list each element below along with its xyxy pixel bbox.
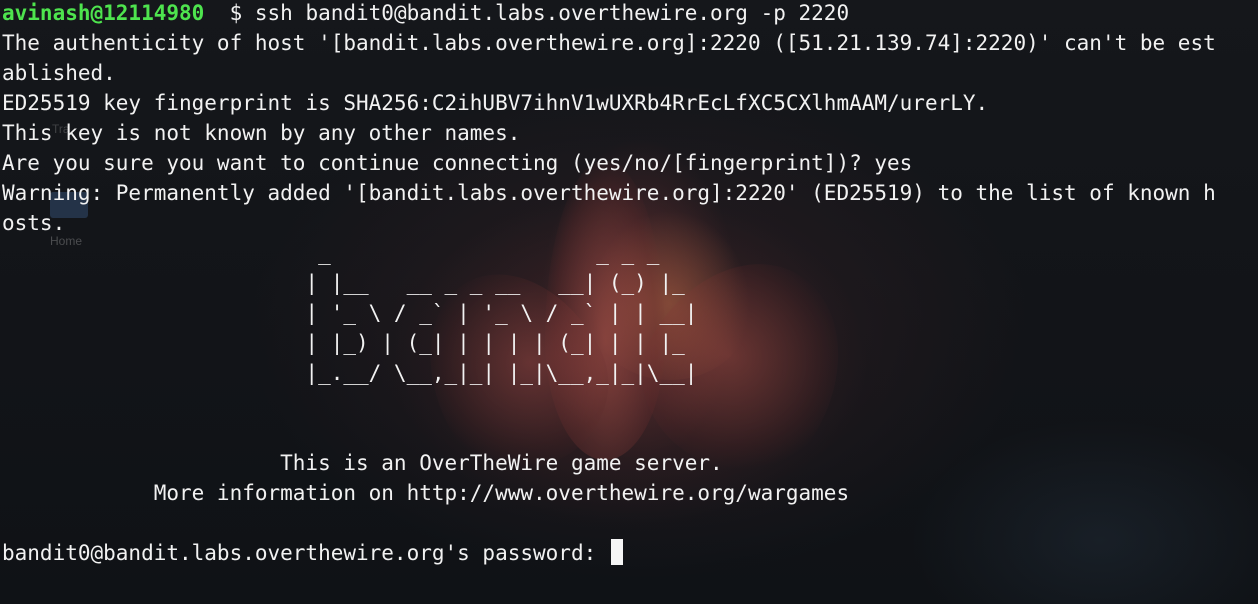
banner-line: | |_) | (_| | | | | (_| | | |_ — [2, 331, 685, 355]
ssh-command: $ ssh bandit0@bandit.labs.overthewire.or… — [204, 1, 850, 25]
banner-line: _ _ _ _ — [2, 241, 660, 265]
banner-line: | |__ __ _ _ __ __| (_) |_ — [2, 271, 685, 295]
info-line: More information on http://www.overthewi… — [2, 481, 850, 505]
banner-line: | '_ \ / _` | '_ \ / _` | | __| — [2, 301, 698, 325]
prompt-user: avinash@12114980 — [2, 1, 205, 25]
output-line: Warning: Permanently added '[bandit.labs… — [2, 181, 1216, 205]
output-line: The authenticity of host '[bandit.labs.o… — [2, 31, 1216, 55]
text-cursor — [610, 539, 623, 565]
output-line: This key is not known by any other names… — [2, 121, 521, 145]
password-prompt: bandit0@bandit.labs.overthewire.org's pa… — [2, 541, 609, 565]
command-line: avinash@12114980 $ ssh bandit0@bandit.la… — [2, 0, 849, 28]
output-line: Are you sure you want to continue connec… — [2, 151, 913, 175]
banner-line: |_.__/ \__,_|_| |_|\__,_|_|\__| — [2, 361, 698, 385]
info-line: This is an OverTheWire game server. — [2, 451, 723, 475]
password-prompt-line[interactable]: bandit0@bandit.labs.overthewire.org's pa… — [2, 538, 623, 568]
terminal-window[interactable]: Tra Home avinash@12114980 $ ssh bandit0@… — [0, 0, 1258, 604]
output-line: osts. — [2, 211, 66, 235]
output-line: ED25519 key fingerprint is SHA256:C2ihUB… — [2, 91, 989, 115]
output-line: ablished. — [2, 61, 116, 85]
